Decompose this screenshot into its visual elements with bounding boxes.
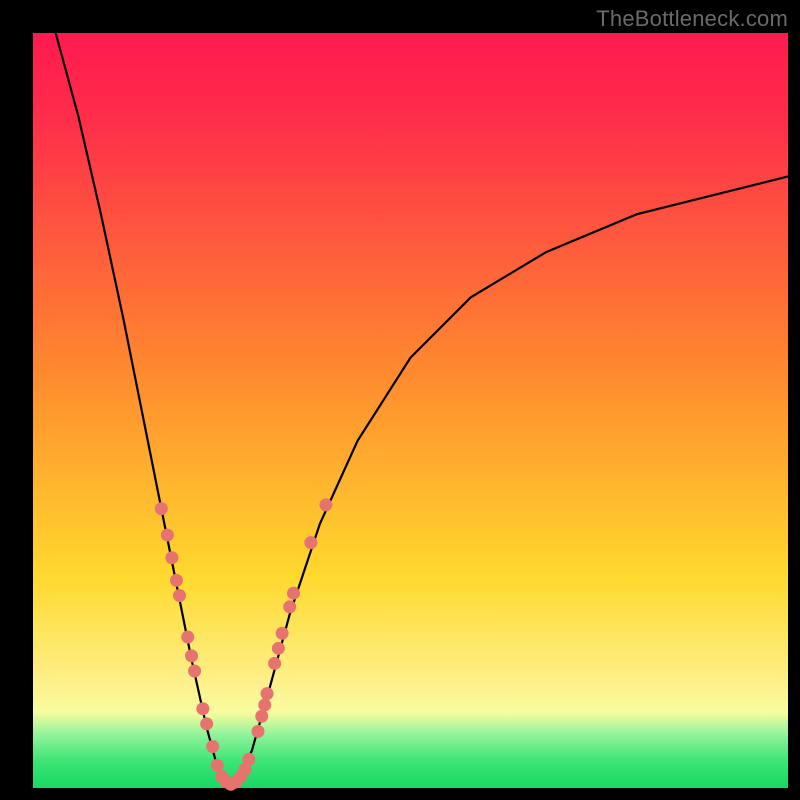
- sample-point: [188, 664, 201, 677]
- sample-point: [200, 717, 213, 730]
- sample-point: [251, 725, 264, 738]
- sample-point: [261, 687, 274, 700]
- sample-point: [287, 587, 300, 600]
- plot-area: [33, 33, 788, 788]
- sample-points-group: [155, 498, 333, 790]
- sample-point: [185, 649, 198, 662]
- curve-layer: [33, 33, 788, 788]
- sample-point: [255, 710, 268, 723]
- sample-point: [155, 502, 168, 515]
- sample-point: [206, 740, 219, 753]
- sample-point: [258, 698, 271, 711]
- sample-point: [165, 551, 178, 564]
- sample-point: [276, 627, 289, 640]
- sample-point: [211, 759, 224, 772]
- sample-point: [170, 574, 183, 587]
- sample-point: [304, 536, 317, 549]
- sample-point: [319, 498, 332, 511]
- chart-stage: TheBottleneck.com: [0, 0, 800, 800]
- bottleneck-curve: [56, 33, 788, 788]
- watermark-text: TheBottleneck.com: [596, 6, 788, 32]
- sample-point: [196, 702, 209, 715]
- sample-point: [181, 631, 194, 644]
- sample-point: [161, 529, 174, 542]
- sample-point: [242, 753, 255, 766]
- sample-point: [283, 600, 296, 613]
- sample-point: [272, 642, 285, 655]
- sample-point: [173, 589, 186, 602]
- sample-point: [268, 657, 281, 670]
